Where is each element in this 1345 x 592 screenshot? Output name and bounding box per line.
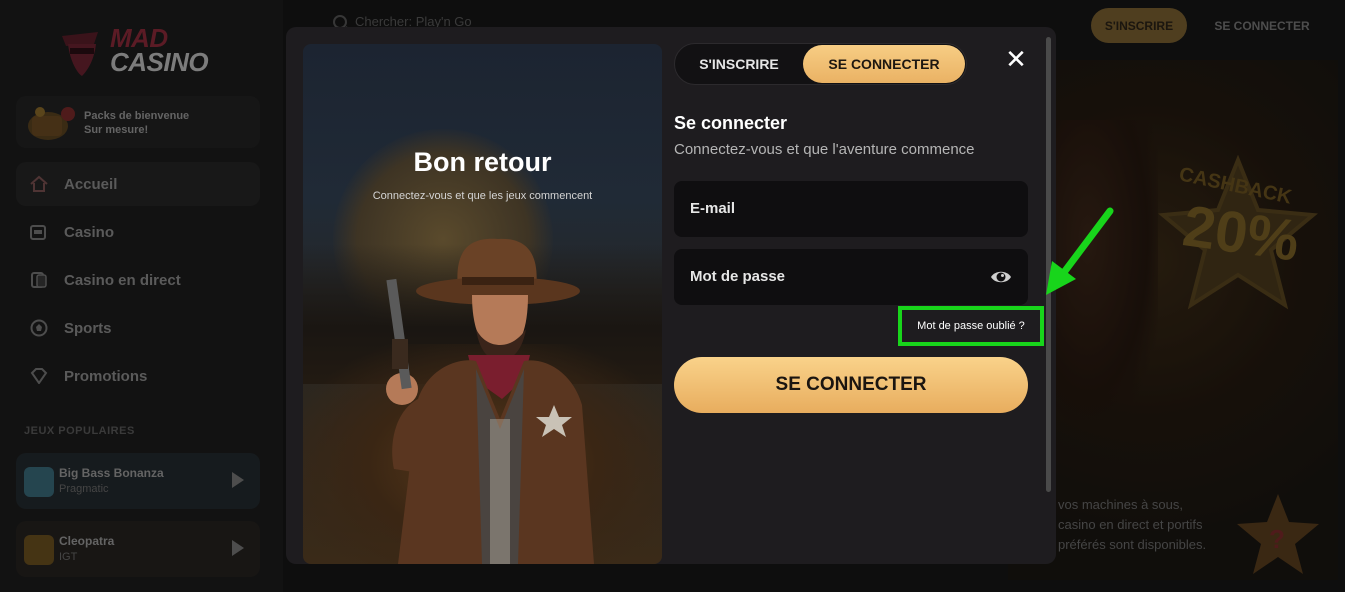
close-icon[interactable]: ✕ [1004, 46, 1028, 72]
app-root: MAD CASINO Packs de bienvenue Sur mesure… [0, 0, 1345, 592]
auth-tabs: S'INSCRIRE SE CONNECTER [674, 43, 967, 85]
hero-subtitle: Connectez-vous et que les jeux commencen… [372, 190, 593, 202]
email-field[interactable]: E-mail [674, 181, 1028, 237]
hero-title: Bon retour [413, 147, 552, 177]
forgot-password-link[interactable]: Mot de passe oublié ? [898, 306, 1044, 346]
tab-login[interactable]: SE CONNECTER [803, 45, 965, 83]
hero-panel: Bon retour Connectez-vous et que les jeu… [303, 44, 662, 564]
login-submit-button[interactable]: SE CONNECTER [674, 357, 1028, 413]
form-title: Se connecter [674, 113, 788, 133]
login-modal: Bon retour Connectez-vous et que les jeu… [286, 27, 1056, 564]
cowboy-illustration-icon [386, 238, 594, 564]
password-placeholder: Mot de passe [690, 268, 786, 285]
green-annotation-arrow-icon [1046, 207, 1114, 295]
form-subtitle: Connectez-vous et que l'aventure commenc… [674, 141, 975, 158]
show-password-eye-icon[interactable] [990, 266, 1012, 288]
email-placeholder: E-mail [690, 200, 736, 217]
tab-signup[interactable]: S'INSCRIRE [677, 45, 801, 83]
password-field[interactable]: Mot de passe [674, 249, 1028, 305]
